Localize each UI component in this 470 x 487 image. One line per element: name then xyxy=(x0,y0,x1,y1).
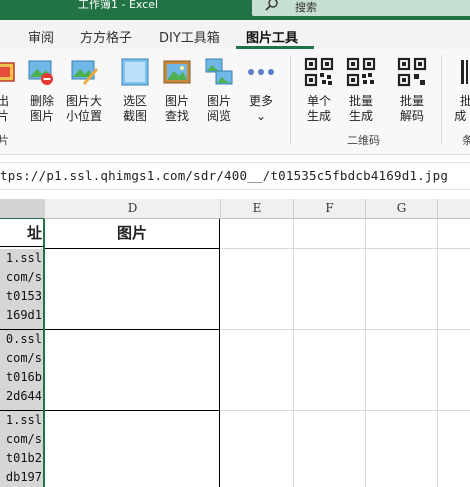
cell-text: 1.ssl xyxy=(5,251,42,265)
title-bar: 工作簿1 - Excel 搜索 xyxy=(0,0,470,20)
cell-text: db197 xyxy=(5,470,42,484)
delete-image-icon xyxy=(28,60,53,85)
qr-decode-icon xyxy=(397,57,427,87)
screenshot-selection-icon xyxy=(121,58,149,86)
barcode-batch-button[interactable]: 批 成 7 xyxy=(451,57,470,124)
cell-text: com/s xyxy=(5,432,42,446)
tab-review[interactable]: 审阅 xyxy=(28,27,54,46)
cell-text: com/s xyxy=(5,270,42,284)
export-image-icon xyxy=(0,62,15,82)
grid-line xyxy=(293,219,294,487)
cell-d-image[interactable] xyxy=(45,249,220,330)
delete-image-label: 删除 图片 xyxy=(29,94,54,123)
grid-line xyxy=(365,219,366,487)
cell-text: t0153 xyxy=(5,289,42,303)
image-size-position-label: 图片大 小位置 xyxy=(65,94,102,123)
cell-text: 2d644 xyxy=(5,389,42,403)
cell-text: com/s xyxy=(5,351,42,365)
selection-screenshot-label: 选区 截图 xyxy=(122,94,147,123)
qr-batch-decode-button[interactable]: 批量 解码 xyxy=(397,57,427,124)
image-browse-label: 图片 阅览 xyxy=(206,94,231,123)
grid-line xyxy=(220,329,470,330)
group-label-image: 片 xyxy=(0,134,9,147)
image-size-position-button[interactable]: 图片大 小位置 xyxy=(64,57,104,124)
export-image-button[interactable]: 出 片 xyxy=(0,57,18,124)
cell-c-header[interactable]: 址 xyxy=(0,219,44,247)
group-label-qrcode: 二维码 xyxy=(347,134,380,147)
grid-line xyxy=(220,410,470,411)
qr-batch-label: 批量 生成 xyxy=(348,94,373,123)
cell-text: 1.ssl xyxy=(5,413,42,427)
cell-c-url[interactable]: 1.ssl com/s t0153 169d1 xyxy=(0,249,44,330)
ribbon-separator xyxy=(441,55,442,145)
barcode-icon xyxy=(461,60,468,84)
selection-border xyxy=(43,219,45,487)
search-icon xyxy=(265,0,278,11)
formula-bar[interactable]: tps://p1.ssl.qhimgs1.com/sdr/400__/t0153… xyxy=(0,162,470,190)
more-label: 更多 ⌄ xyxy=(248,94,273,123)
spreadsheet-grid: D E F G 址 图片 1.ssl com/s t0153 169d1 0.s… xyxy=(0,199,470,487)
cell-d-header[interactable]: 图片 xyxy=(45,219,220,249)
cell-c-url[interactable]: 1.ssl com/s t01b2 db197 xyxy=(0,411,44,487)
image-browse-button[interactable]: 图片 阅览 xyxy=(204,57,234,124)
more-dots-icon xyxy=(248,69,274,75)
delete-image-button[interactable]: 删除 图片 xyxy=(27,57,57,124)
window-title: 工作簿1 - Excel xyxy=(78,0,159,11)
ribbon-tabs: 审阅 方方格子 DIY工具箱 图片工具 xyxy=(0,20,470,49)
qr-single-label: 单个 生成 xyxy=(306,94,331,123)
column-header-h[interactable] xyxy=(438,199,470,219)
qr-batch-generate-button[interactable]: 批量 生成 xyxy=(346,57,376,124)
cell-text: t01b2 xyxy=(5,451,42,465)
cell-text: 0.ssl xyxy=(5,332,42,346)
search-placeholder: 搜索 xyxy=(295,1,317,14)
grid-line xyxy=(220,248,470,249)
selection-screenshot-button[interactable]: 选区 截图 xyxy=(120,57,150,124)
image-browse-icon xyxy=(205,58,233,85)
cell-text: 169d1 xyxy=(5,308,42,322)
column-header-f[interactable]: F xyxy=(294,199,366,219)
tab-image-tools[interactable]: 图片工具 xyxy=(246,27,298,46)
column-header-c[interactable] xyxy=(0,199,45,220)
image-search-icon xyxy=(163,60,191,84)
column-header-g[interactable]: G xyxy=(366,199,438,219)
tab-diy-toolbox[interactable]: DIY工具箱 xyxy=(159,27,220,46)
qr-batch-icon xyxy=(346,57,376,87)
barcode-label: 批 成 7 xyxy=(454,94,470,123)
column-header-e[interactable]: E xyxy=(221,199,294,219)
image-search-button[interactable]: 图片 查找 xyxy=(162,57,192,124)
ribbon: 出 片 删除 图片 图片大 小位置 选区 截图 图片 查找 图片 阅览 更多 ⌄… xyxy=(0,49,470,155)
column-header-d[interactable]: D xyxy=(45,199,221,219)
tab-fangfang[interactable]: 方方格子 xyxy=(80,27,132,46)
cell-d-image[interactable] xyxy=(45,330,220,411)
cell-c-url[interactable]: 0.ssl com/s t016b 2d644 xyxy=(0,330,44,411)
qr-decode-label: 批量 解码 xyxy=(399,94,424,123)
search-box[interactable]: 搜索 xyxy=(252,0,470,16)
qr-single-icon xyxy=(304,57,334,87)
formula-value[interactable]: tps://p1.ssl.qhimgs1.com/sdr/400__/t0153… xyxy=(0,168,448,183)
qr-single-generate-button[interactable]: 单个 生成 xyxy=(304,57,334,124)
grid-line xyxy=(437,219,438,487)
image-resize-icon xyxy=(71,60,98,85)
group-label-barcode: 条 xyxy=(462,134,470,147)
ribbon-separator xyxy=(290,55,291,145)
cell-d-image[interactable] xyxy=(45,411,220,487)
cell-text: t016b xyxy=(5,370,42,384)
export-image-label: 出 片 xyxy=(0,94,9,123)
image-search-label: 图片 查找 xyxy=(164,94,189,123)
more-button[interactable]: 更多 ⌄ xyxy=(246,57,276,124)
